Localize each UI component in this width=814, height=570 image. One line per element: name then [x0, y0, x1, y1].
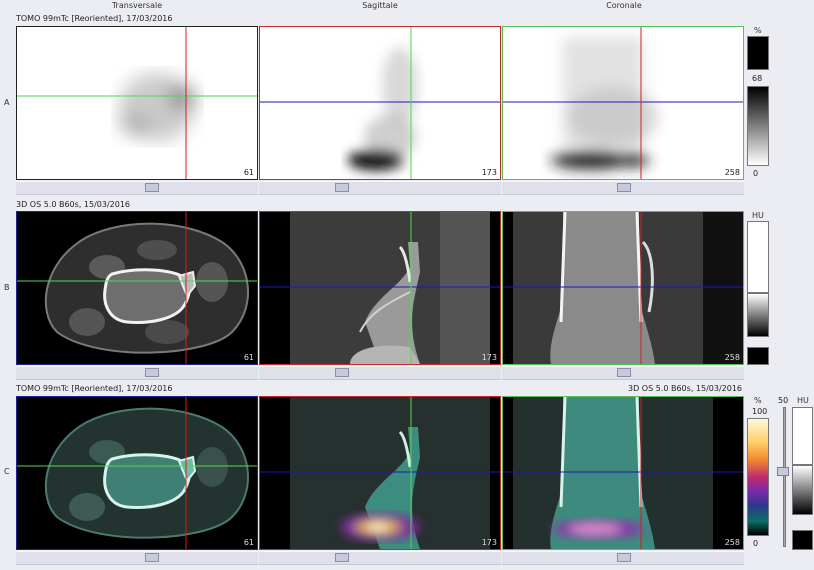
colorbar-c-hu-bottom-swatch [792, 530, 813, 550]
ct-transversal-view[interactable]: 61 [16, 211, 258, 365]
scrollbar-c-coronal[interactable] [502, 551, 744, 565]
row-b-series-info: 3D OS 5.0 B60s, 15/03/2016 [16, 200, 131, 209]
colorbar-c-hu-gradient[interactable] [792, 465, 813, 515]
spect-coronal-view[interactable]: 258 [502, 26, 744, 180]
colorbar-a-gradient[interactable] [747, 86, 769, 166]
fusion-sagittal-view[interactable]: 173 [259, 396, 501, 550]
scrollbar-b-coronal[interactable] [502, 366, 744, 380]
colorbar-b-gradient[interactable] [747, 293, 769, 337]
colorbar-b-unit: HU [752, 211, 764, 220]
scroll-thumb[interactable] [617, 553, 631, 562]
scroll-thumb[interactable] [335, 368, 349, 377]
row-a-series-info: TOMO 99mTc [Reoriented], 17/03/2016 [16, 14, 173, 23]
blend-slider-thumb[interactable] [777, 467, 789, 476]
scrollbar-b-transversal[interactable] [16, 366, 258, 380]
fusion-transversal-view[interactable]: 61 [16, 396, 258, 550]
colorbar-a-min-label: 0 [753, 169, 759, 178]
spect-sagittal-view[interactable]: 173 [259, 26, 501, 180]
fusion-coronal-view[interactable]: 258 [502, 396, 744, 550]
scroll-thumb[interactable] [145, 553, 159, 562]
row-c-series-info-right: 3D OS 5.0 B60s, 15/03/2016 [628, 384, 743, 393]
row-label-c: C [4, 467, 10, 476]
slice-number-b-transversal: 61 [243, 353, 254, 362]
colorbar-c-pct-gradient[interactable] [747, 418, 769, 536]
scrollbar-c-sagittal[interactable] [259, 551, 501, 565]
slice-number-c-transversal: 61 [243, 538, 254, 547]
column-header-coronal: Coronale [606, 1, 642, 10]
colorbar-b-bottom-swatch [747, 347, 769, 365]
row-label-b: B [4, 283, 10, 292]
colorbar-c-pct-max-label: 100 [752, 407, 768, 416]
scrollbar-a-coronal[interactable] [502, 181, 744, 195]
colorbar-c-hu-top-swatch [792, 407, 813, 465]
colorbar-c-pct-min-label: 0 [753, 539, 759, 548]
row-label-a: A [4, 98, 10, 107]
slice-number-a-coronal: 258 [724, 168, 740, 177]
column-header-transversal: Transversale [111, 1, 163, 10]
colorbar-a-max-label: 68 [752, 74, 763, 83]
scroll-thumb[interactable] [335, 553, 349, 562]
scroll-thumb[interactable] [617, 183, 631, 192]
scrollbar-a-sagittal[interactable] [259, 181, 501, 195]
scrollbar-b-sagittal[interactable] [259, 366, 501, 380]
scroll-thumb[interactable] [145, 183, 159, 192]
slice-number-a-sagittal: 173 [481, 168, 497, 177]
slice-number-a-transversal: 61 [243, 168, 254, 177]
spect-transversal-view[interactable]: 61 [16, 26, 258, 180]
slice-number-c-sagittal: 173 [481, 538, 497, 547]
scrollbar-a-transversal[interactable] [16, 181, 258, 195]
colorbar-c-pct-unit: % [754, 396, 762, 405]
blend-slider-track[interactable] [783, 407, 786, 547]
slice-number-c-coronal: 258 [724, 538, 740, 547]
colorbar-a-top-swatch [747, 36, 769, 70]
colorbar-b-top-swatch [747, 221, 769, 293]
slice-number-b-sagittal: 173 [481, 353, 497, 362]
slice-number-b-coronal: 258 [724, 353, 740, 362]
scroll-thumb[interactable] [335, 183, 349, 192]
column-header-sagittal: Sagittale [362, 1, 398, 10]
blend-value-label: 50 [778, 396, 789, 405]
ct-sagittal-view[interactable]: 173 [259, 211, 501, 365]
ct-coronal-view[interactable]: 258 [502, 211, 744, 365]
row-c-series-info-left: TOMO 99mTc [Reoriented], 17/03/2016 [16, 384, 173, 393]
scroll-thumb[interactable] [145, 368, 159, 377]
colorbar-a-unit: % [754, 26, 762, 35]
colorbar-c-hu-unit: HU [797, 396, 809, 405]
scroll-thumb[interactable] [617, 368, 631, 377]
scrollbar-c-transversal[interactable] [16, 551, 258, 565]
